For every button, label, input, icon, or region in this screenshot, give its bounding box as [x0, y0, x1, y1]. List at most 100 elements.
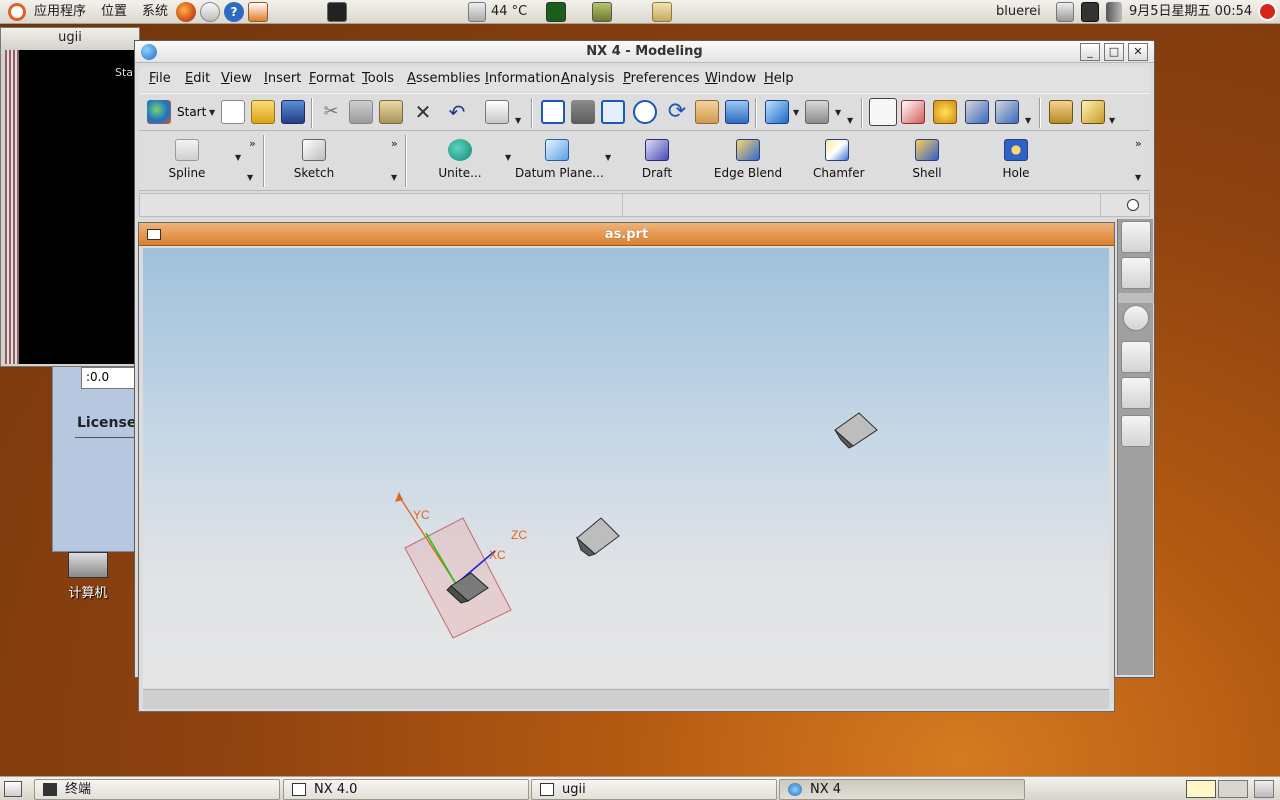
- menu-places[interactable]: 位置: [101, 0, 127, 24]
- menu-assemblies[interactable]: Assemblies: [407, 71, 480, 86]
- ubuntu-logo-icon[interactable]: [8, 3, 26, 21]
- expand-chevron-icon[interactable]: »: [1135, 137, 1142, 150]
- measure-toolbar-more-icon[interactable]: ▼: [1109, 116, 1115, 125]
- hd3d-tools-icon[interactable]: [1121, 377, 1151, 409]
- menu-edit[interactable]: Edit: [185, 71, 210, 86]
- workspace-2[interactable]: [1218, 780, 1248, 798]
- fit-icon[interactable]: [541, 100, 565, 124]
- unite-button[interactable]: Unite...: [435, 139, 485, 185]
- zoom-icon[interactable]: [633, 100, 657, 124]
- menu-preferences[interactable]: Preferences: [623, 71, 699, 86]
- paste-icon[interactable]: [379, 100, 403, 124]
- save-icon[interactable]: [281, 100, 305, 124]
- datum-plane[interactable]: [404, 517, 512, 639]
- datum-plane-button[interactable]: Datum Plane...: [515, 139, 604, 185]
- maximize-button[interactable]: □: [1104, 43, 1124, 61]
- menu-format[interactable]: Format: [309, 71, 355, 86]
- orientation-dropdown-icon[interactable]: ▼: [835, 108, 841, 117]
- measure-angle-icon[interactable]: [1081, 100, 1105, 124]
- sketch-more-icon[interactable]: ▼: [391, 173, 397, 182]
- terminal-launcher-icon[interactable]: [327, 2, 347, 22]
- menu-view[interactable]: View: [221, 71, 252, 86]
- part-navigator-icon[interactable]: [1121, 257, 1151, 289]
- info-icon[interactable]: [485, 100, 509, 124]
- undo-icon[interactable]: ↶: [445, 100, 469, 124]
- user-name[interactable]: bluerei: [996, 0, 1041, 24]
- datum-plane-dropdown-icon[interactable]: ▼: [605, 153, 611, 162]
- show-desktop-icon[interactable]: [4, 781, 22, 797]
- new-file-icon[interactable]: [221, 100, 245, 124]
- display-field[interactable]: :0.0: [81, 367, 137, 389]
- menu-tools[interactable]: Tools: [362, 71, 394, 86]
- taskbar-item-nx4[interactable]: NX 4: [779, 779, 1025, 800]
- system-monitor-icon[interactable]: [546, 2, 566, 22]
- unite-dropdown-icon[interactable]: ▼: [505, 153, 511, 162]
- menu-help[interactable]: Help: [764, 71, 794, 86]
- start-dropdown-icon[interactable]: ▼: [209, 108, 215, 117]
- ugii-window[interactable]: ugii Sta: [0, 27, 140, 367]
- spline-button[interactable]: Spline: [165, 139, 209, 185]
- menu-applications[interactable]: 应用程序: [34, 0, 86, 24]
- desktop-computer-icon[interactable]: 计算机: [64, 552, 112, 601]
- ugii-title[interactable]: ugii: [1, 28, 139, 48]
- menu-file[interactable]: File: [149, 71, 171, 86]
- terminal-scrollbar[interactable]: [5, 50, 19, 364]
- perspective-icon[interactable]: [725, 100, 749, 124]
- copy-icon[interactable]: [349, 100, 373, 124]
- menu-window[interactable]: Window: [705, 71, 756, 86]
- wcs-toolbar-more-icon[interactable]: ▼: [1025, 116, 1031, 125]
- chamfer-button[interactable]: Chamfer: [813, 139, 865, 185]
- refresh-display-icon[interactable]: [571, 100, 595, 124]
- edge-blend-button[interactable]: Edge Blend: [713, 139, 783, 185]
- wcs-dynamics-icon[interactable]: [901, 100, 925, 124]
- taskbar-item-nx40[interactable]: NX 4.0: [283, 779, 529, 800]
- expand-chevron-icon[interactable]: »: [391, 137, 398, 150]
- cut-icon[interactable]: ✂: [319, 100, 343, 124]
- close-button[interactable]: ✕: [1128, 43, 1148, 61]
- window-titlebar[interactable]: NX 4 - Modeling _ □ ✕: [135, 41, 1154, 63]
- measure-distance-icon[interactable]: [1049, 100, 1073, 124]
- view-orientation-icon[interactable]: [805, 100, 829, 124]
- delete-icon[interactable]: ✕: [411, 100, 435, 124]
- feature-more-icon[interactable]: ▼: [1135, 173, 1141, 182]
- hole-button[interactable]: Hole: [1001, 139, 1031, 185]
- wcs-rotate-icon[interactable]: [995, 100, 1019, 124]
- open-folder-icon[interactable]: [251, 100, 275, 124]
- update-notifier-icon[interactable]: [248, 2, 268, 22]
- firefox-icon[interactable]: [176, 2, 196, 22]
- shaded-dropdown-icon[interactable]: ▼: [793, 108, 799, 117]
- minimize-button[interactable]: _: [1080, 43, 1100, 61]
- help-icon[interactable]: ?: [224, 2, 244, 22]
- history-icon[interactable]: [1123, 305, 1149, 331]
- network-icon[interactable]: [1081, 2, 1099, 22]
- menu-analysis[interactable]: Analysis: [561, 71, 615, 86]
- printer-icon[interactable]: [1056, 2, 1074, 22]
- block-3[interactable]: [834, 412, 878, 447]
- wcs-icon[interactable]: [869, 98, 897, 126]
- info-dropdown-icon[interactable]: ▼: [515, 116, 521, 125]
- reuse-library-icon[interactable]: [1121, 341, 1151, 373]
- shell-button[interactable]: Shell: [909, 139, 945, 185]
- view-toolbar-more-icon[interactable]: ▼: [847, 116, 853, 125]
- notes-icon[interactable]: [592, 2, 612, 22]
- menu-system[interactable]: 系统: [142, 0, 168, 24]
- volume-icon[interactable]: [1106, 2, 1122, 22]
- wcs-origin-icon[interactable]: [965, 100, 989, 124]
- roles-icon[interactable]: [1121, 415, 1151, 447]
- trash-icon[interactable]: [1254, 780, 1274, 798]
- spline-more-icon[interactable]: ▼: [247, 173, 253, 182]
- wcs-orient-icon[interactable]: [933, 100, 957, 124]
- rotate-icon[interactable]: ⟳: [665, 100, 689, 124]
- sketch-button[interactable]: Sketch: [291, 139, 337, 185]
- zoom-window-icon[interactable]: [601, 100, 625, 124]
- menu-information[interactable]: Information: [485, 71, 560, 86]
- workspace-1[interactable]: [1186, 780, 1216, 798]
- menu-insert[interactable]: Insert: [264, 71, 301, 86]
- model-scene[interactable]: YC ZC XC: [143, 248, 1109, 688]
- taskbar-item-ugii[interactable]: ugii: [531, 779, 777, 800]
- start-icon[interactable]: [147, 100, 171, 124]
- start-button-label[interactable]: Start: [177, 105, 206, 119]
- clock[interactable]: 9月5日星期五 00:54: [1129, 0, 1252, 24]
- graphics-viewport[interactable]: YC ZC XC: [143, 248, 1109, 688]
- expand-chevron-icon[interactable]: »: [249, 137, 256, 150]
